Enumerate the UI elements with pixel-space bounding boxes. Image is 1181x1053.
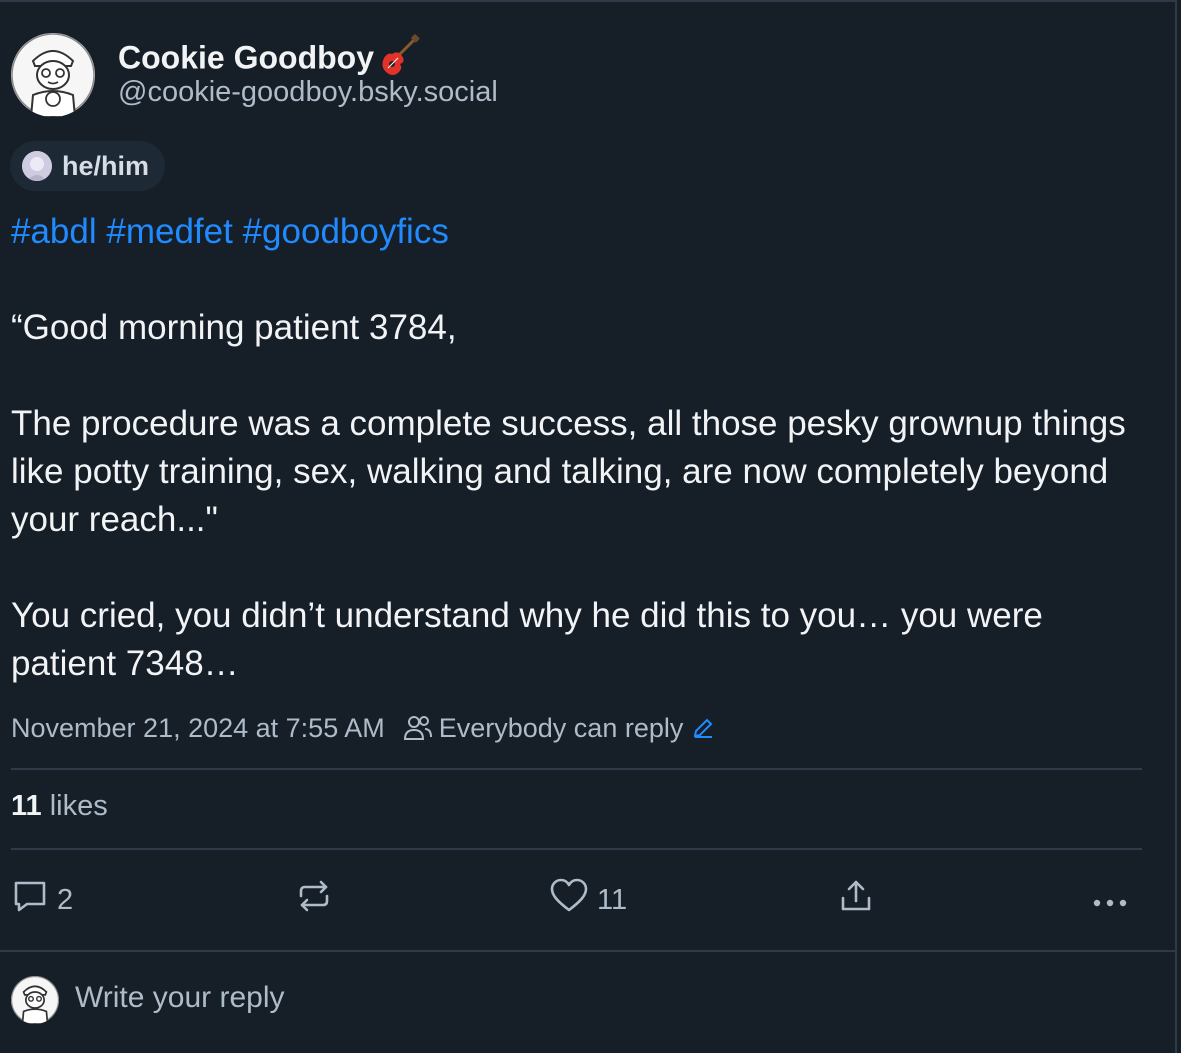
more-icon (1091, 884, 1131, 917)
hashtag-link[interactable]: #medfet (106, 212, 232, 251)
reply-icon (11, 877, 49, 923)
pronouns-avatar-icon (22, 151, 52, 181)
like-count: 11 (597, 883, 628, 916)
hashtag-link[interactable]: #goodboyfics (243, 212, 449, 251)
author-name-text: Cookie Goodboy (118, 39, 374, 76)
hashtag-list: #abdl #medfet #goodboyfics (11, 208, 1141, 256)
share-icon (837, 877, 875, 923)
reply-input[interactable] (75, 981, 975, 1015)
more-options-button[interactable] (1091, 872, 1131, 928)
divider (11, 848, 1142, 850)
author-handle[interactable]: @cookie-goodboy.bsky.social (118, 76, 498, 109)
post-meta: November 21, 2024 at 7:55 AM Everybody c… (11, 708, 715, 748)
reply-button[interactable]: 2 (11, 872, 73, 928)
likes-count: 11 (11, 790, 42, 822)
reply-divider (0, 950, 1177, 952)
pencil-icon[interactable] (691, 716, 715, 740)
hashtag-link[interactable]: #abdl (11, 212, 97, 251)
heart-icon (549, 877, 589, 923)
pronouns-label: he/him (62, 150, 150, 181)
share-button[interactable] (837, 872, 875, 928)
like-button[interactable]: 11 (549, 872, 627, 928)
post-timestamp[interactable]: November 21, 2024 at 7:55 AM (11, 713, 385, 744)
divider (11, 768, 1142, 770)
post-paragraph: “Good morning patient 3784, (11, 308, 457, 347)
people-icon (403, 714, 433, 742)
reply-count: 2 (57, 883, 74, 916)
likes-label: likes (41, 790, 108, 822)
pronouns-badge[interactable]: he/him (10, 141, 166, 191)
repost-icon (295, 877, 333, 923)
user-avatar (11, 976, 59, 1024)
reply-setting-label[interactable]: Everybody can reply (439, 713, 684, 744)
post-paragraph: The procedure was a complete success, al… (11, 404, 1136, 539)
likes-count-link[interactable]: 11 likes (11, 790, 108, 823)
author-avatar[interactable] (11, 33, 95, 117)
post-body: #abdl #medfet #goodboyfics “Good morning… (11, 208, 1141, 688)
post-paragraph: You cried, you didn’t understand why he … (11, 596, 1053, 683)
repost-button[interactable] (295, 872, 333, 928)
post-actions-bar: 2 11 (11, 872, 1142, 928)
